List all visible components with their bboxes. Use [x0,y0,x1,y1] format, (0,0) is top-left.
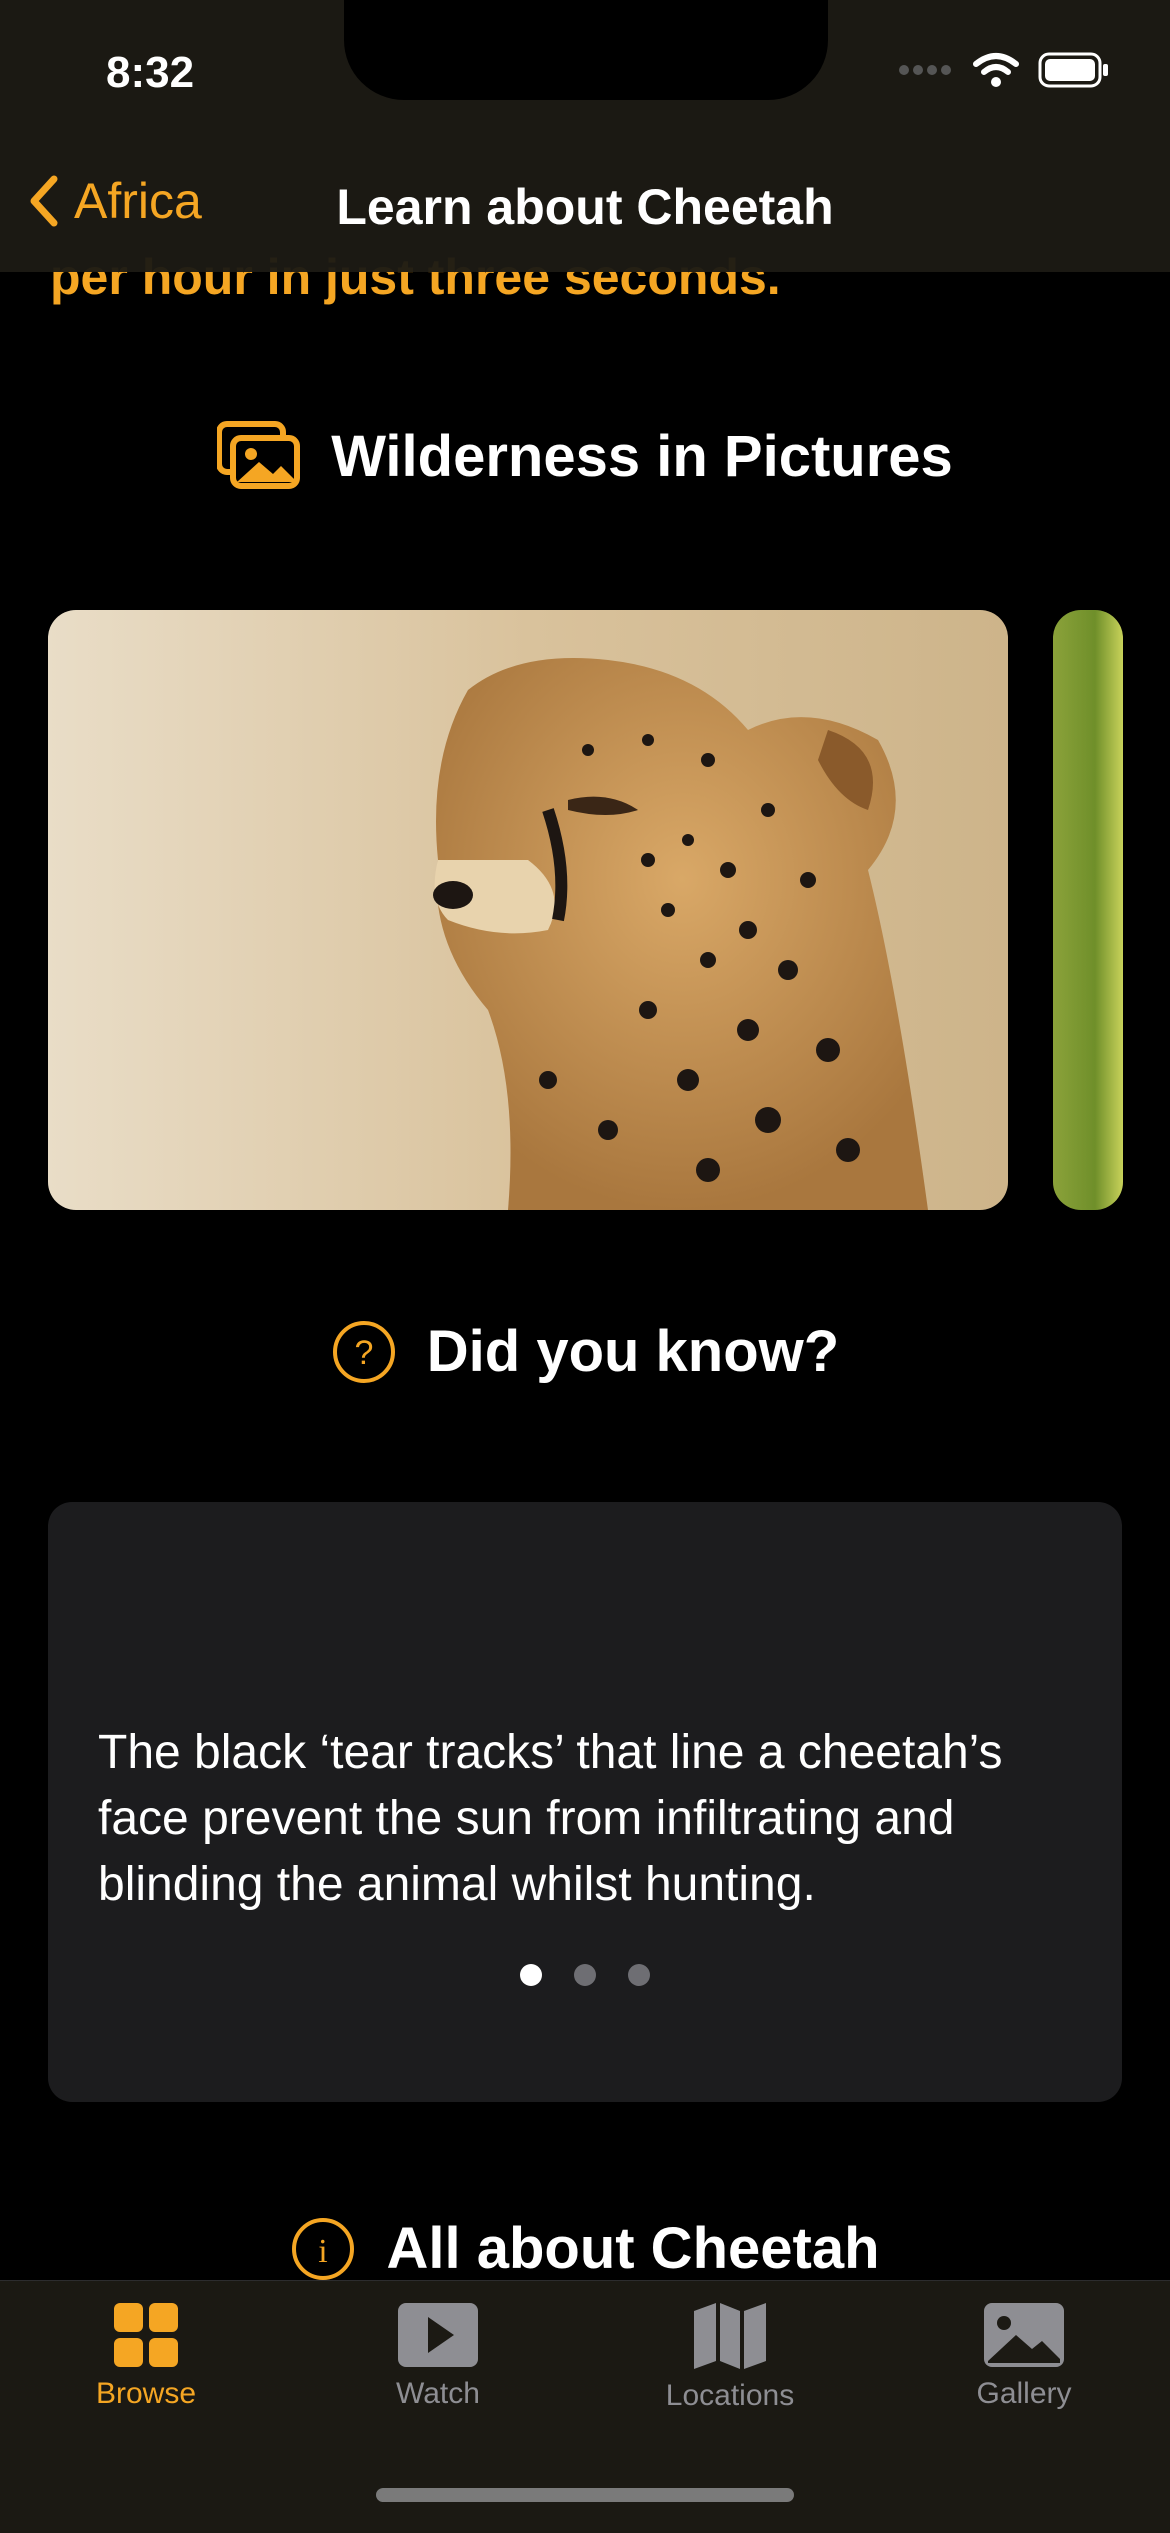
page-dot[interactable] [574,1964,596,1986]
battery-icon [1038,52,1108,88]
signal-icon [899,65,951,75]
status-time: 8:32 [106,48,195,97]
pictures-section-heading: Wilderness in Pictures [0,420,1170,492]
tab-label: Locations [665,2379,795,2412]
status-icons [898,52,1110,88]
picture-carousel[interactable] [0,610,1170,1210]
page-dot[interactable] [520,1964,542,1986]
grid-icon [114,2303,178,2367]
page-dot[interactable] [628,1964,650,1986]
play-icon [398,2303,478,2367]
all-about-heading: i All about Cheetah [0,2215,1170,2282]
navigation-bar: 8:32 Africa Learn about Cheetah [0,0,1170,272]
did-you-know-heading: ? Did you know? [0,1318,1170,1385]
wifi-icon [973,53,1019,87]
device-notch [344,0,828,100]
tab-browse[interactable]: Browse [16,2301,276,2411]
map-icon [694,2303,766,2369]
tab-label: Gallery [976,2377,1072,2410]
page-title: Learn about Cheetah [336,179,834,235]
svg-text:?: ? [354,1334,373,1372]
question-circle-icon: ? [332,1320,395,1383]
cheetah-photo[interactable] [48,610,1008,1210]
cheetah-image [48,610,1008,1210]
info-circle-icon: i [292,2217,355,2280]
pictures-section-title: Wilderness in Pictures [331,423,953,489]
all-about-title: All about Cheetah [386,2216,880,2281]
tab-gallery[interactable]: Gallery [894,2301,1154,2411]
tab-locations[interactable]: Locations [600,2301,860,2413]
svg-text:i: i [319,2233,328,2270]
page-indicator[interactable] [48,1964,1122,1986]
home-indicator[interactable] [376,2488,794,2502]
tab-watch[interactable]: Watch [308,2301,568,2411]
tab-label: Watch [396,2377,480,2410]
did-you-know-title: Did you know? [426,1319,840,1384]
photo-stack-icon [217,421,301,489]
scroll-content[interactable]: per hour in just three seconds. Wilderne… [0,0,1170,2532]
next-photo-preview[interactable] [1053,610,1123,1210]
fact-card[interactable]: The black ‘tear tracks’ that line a chee… [48,1502,1122,2102]
tab-label: Browse [95,2377,197,2410]
fact-text: The black ‘tear tracks’ that line a chee… [98,1726,1003,1911]
photo-icon [984,2303,1064,2367]
